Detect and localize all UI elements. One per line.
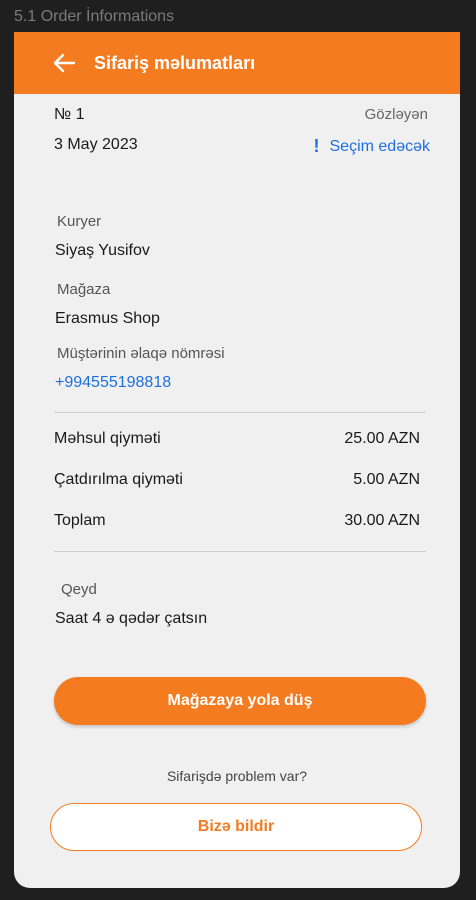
price-row-total: Toplam 30.00 AZN [54, 512, 420, 530]
contact-label: Müştərinin əlaqə nömrəsi [57, 345, 225, 362]
back-arrow-icon[interactable] [52, 52, 78, 74]
note-text: Saat 4 ə qədər çatsın [55, 610, 208, 627]
status-badge: Gözləyən [364, 106, 428, 123]
problem-prompt: Sifarişdə problem var? [166, 768, 308, 784]
order-date: 3 May 2023 [54, 136, 138, 153]
page-title: Sifariş məlumatları [94, 52, 256, 73]
contact-phone-link[interactable]: +994555198818 [55, 374, 171, 392]
phone-screen: Sifariş məlumatları № 1 Gözləyən 3 May 2… [14, 32, 460, 888]
price-value: 25.00 AZN [344, 430, 420, 447]
choice-link[interactable]: ! Seçim edəcək [314, 136, 431, 157]
divider [54, 551, 426, 552]
order-number: № 1 [54, 106, 85, 123]
store-name: Erasmus Shop [55, 310, 160, 327]
app-bar: Sifariş məlumatları [14, 32, 460, 94]
frame-caption: 5.1 Order İnformations [14, 8, 175, 25]
price-value: 30.00 AZN [344, 512, 420, 529]
note-label: Qeyd [61, 581, 97, 598]
price-row-product: Məhsul qiyməti 25.00 AZN [54, 430, 420, 448]
exclamation-icon: ! [313, 136, 320, 156]
report-button[interactable]: Bizə bildir [50, 803, 422, 851]
price-label: Məhsul qiyməti [54, 430, 161, 447]
courier-label: Kuryer [57, 213, 102, 230]
price-label: Çatdırılma qiyməti [54, 471, 183, 488]
price-value: 5.00 AZN [353, 471, 420, 488]
store-label: Mağaza [57, 281, 111, 298]
divider [54, 412, 426, 413]
courier-name: Siyaş Yusifov [55, 242, 150, 259]
price-label: Toplam [54, 512, 106, 529]
choice-label: Seçim edəcək [329, 137, 431, 155]
go-to-store-button[interactable]: Mağazaya yola düş [54, 677, 426, 725]
price-row-delivery: Çatdırılma qiyməti 5.00 AZN [54, 471, 420, 489]
